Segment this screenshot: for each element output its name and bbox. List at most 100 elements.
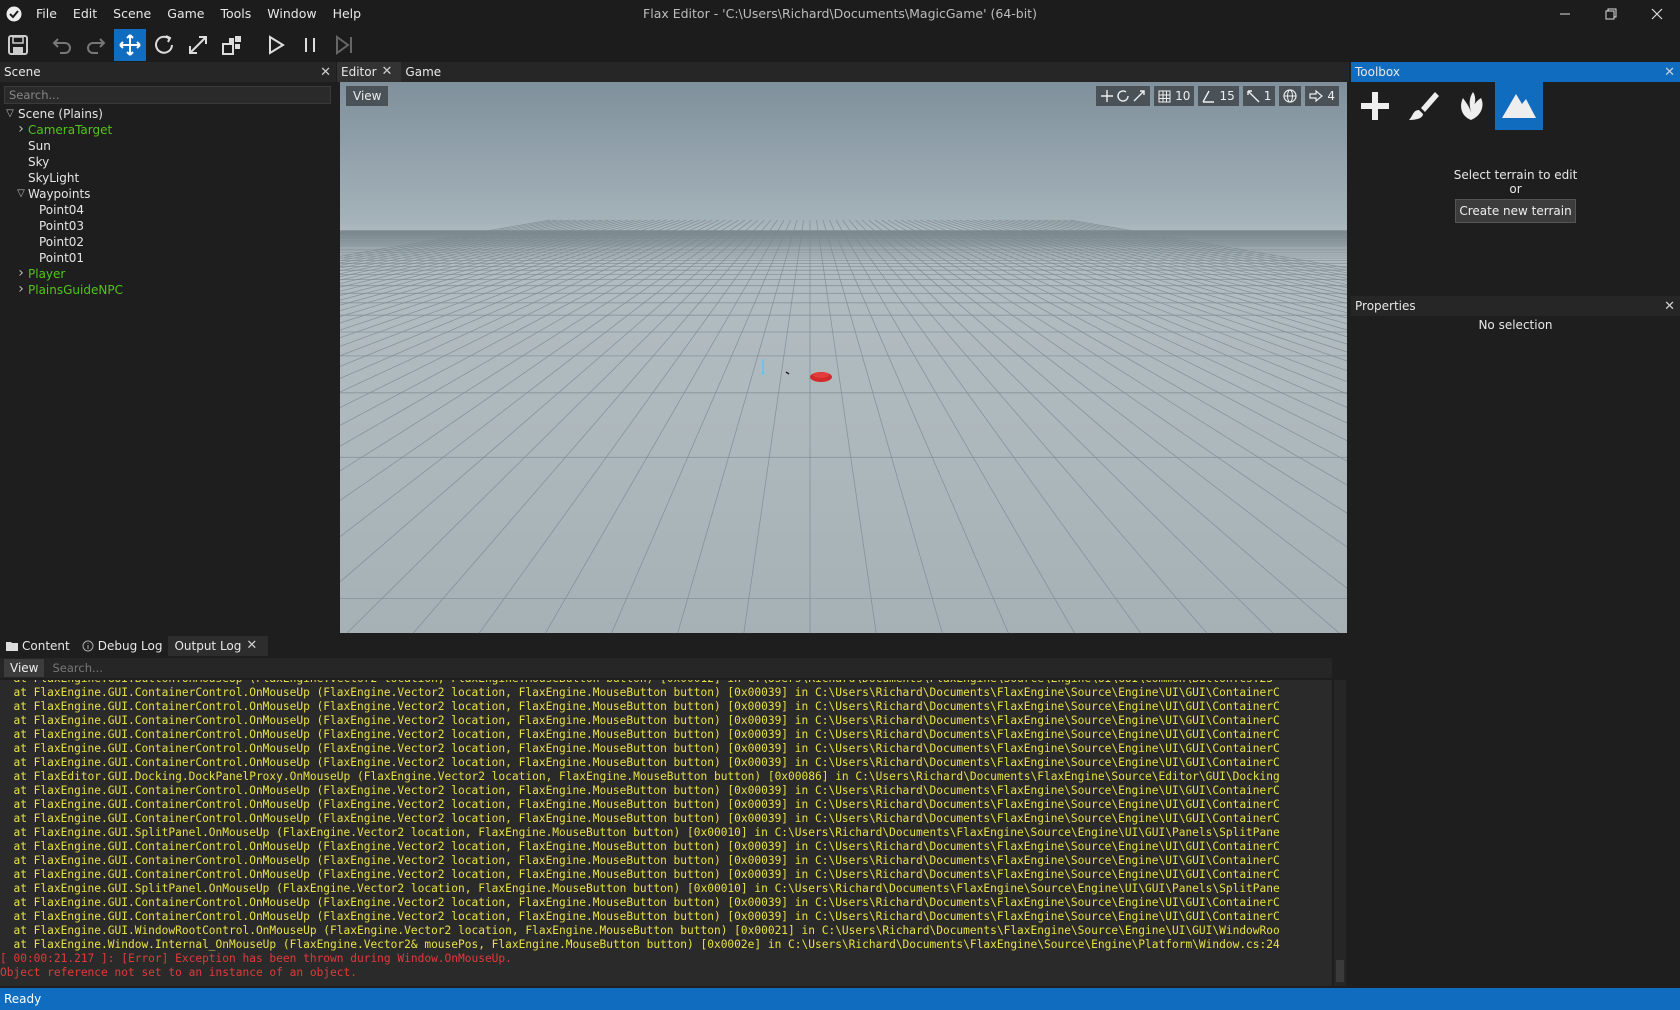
tree-item-point03[interactable]: Point03	[0, 218, 336, 234]
angle-icon	[1202, 90, 1215, 103]
tree-item-cameratarget[interactable]: › CameraTarget	[0, 121, 336, 138]
bottom-panel: Content Debug Log Output Log ✕ View Sear…	[0, 636, 1349, 988]
tab-editor[interactable]: Editor ✕	[337, 62, 402, 82]
tab-output-log[interactable]: Output Log ✕	[168, 636, 269, 656]
viewport-view-button[interactable]: View	[346, 86, 389, 106]
close-icon	[1651, 8, 1663, 20]
translate-gizmo-button[interactable]	[114, 29, 146, 61]
menu-game[interactable]: Game	[159, 0, 212, 28]
camera-speed-group[interactable]: 4	[1305, 86, 1339, 106]
gizmo-mode-group[interactable]	[1096, 86, 1151, 106]
log-search-input[interactable]: Search...	[48, 659, 1328, 677]
status-bar: Ready	[0, 988, 1680, 1010]
camera-target-icon[interactable]	[785, 371, 790, 375]
toolbox-close-icon[interactable]: ✕	[1659, 65, 1680, 80]
rotation-snap-group[interactable]: 15	[1198, 86, 1239, 106]
save-button[interactable]	[2, 29, 34, 61]
grid-snap-value: 10	[1175, 89, 1191, 103]
undo-icon	[52, 38, 71, 54]
menu-file[interactable]: File	[28, 0, 65, 28]
build-scene-button[interactable]	[216, 29, 248, 61]
log-line: at FlaxEngine.GUI.ContainerControl.OnMou…	[0, 756, 1280, 769]
viewport-tools: 10 15 1 4	[1092, 86, 1339, 106]
log-output[interactable]: at FlaxEngine.GUI.Button.OnMouseUp (Flax…	[0, 680, 1332, 986]
minimize-button[interactable]	[1542, 0, 1588, 28]
tree-item-point01[interactable]: Point01	[0, 250, 336, 266]
tree-item-label: Player	[28, 267, 66, 281]
waypoint-gizmo-icon[interactable]	[761, 359, 765, 375]
scale-gizmo-button[interactable]	[182, 29, 214, 61]
chevron-down-icon[interactable]: ▽	[5, 106, 15, 122]
chevron-right-icon[interactable]: ›	[16, 265, 26, 281]
menu-edit[interactable]: Edit	[65, 0, 105, 28]
rotate-gizmo-button[interactable]	[148, 29, 180, 61]
play-button[interactable]	[260, 29, 292, 61]
scene-close-icon[interactable]: ✕	[315, 65, 336, 80]
chevron-right-icon[interactable]: ›	[16, 121, 26, 137]
tab-paint[interactable]	[1399, 82, 1447, 130]
restore-icon	[1605, 8, 1617, 20]
properties-title[interactable]: Properties	[1351, 296, 1659, 316]
editor-tabs: Editor ✕ Game	[337, 62, 1349, 82]
tree-item-point02[interactable]: Point02	[0, 234, 336, 250]
log-scrollbar-thumb[interactable]	[1336, 960, 1344, 982]
tab-content[interactable]: Content	[0, 636, 76, 656]
redo-button[interactable]	[80, 29, 112, 61]
tab-terrain[interactable]	[1495, 82, 1543, 130]
menu-help[interactable]: Help	[325, 0, 370, 28]
output-log-close-icon[interactable]: ✕	[241, 636, 262, 656]
tab-output-log-label: Output Log	[174, 639, 242, 653]
log-line: at FlaxEngine.GUI.ContainerControl.OnMou…	[0, 714, 1280, 727]
tab-debug-log[interactable]: Debug Log	[76, 636, 169, 656]
undo-button[interactable]	[46, 29, 78, 61]
menu-scene[interactable]: Scene	[105, 0, 159, 28]
toolbox-title[interactable]: Toolbox	[1351, 62, 1659, 82]
grid-snap-group[interactable]: 10	[1154, 86, 1195, 106]
tree-item-label: SkyLight	[28, 171, 80, 185]
tree-item-waypoints[interactable]: ▽ Waypoints	[0, 186, 336, 202]
scale-snap-group[interactable]: 1	[1242, 86, 1276, 106]
tab-spawn[interactable]	[1351, 82, 1399, 130]
log-view-button[interactable]: View	[4, 659, 45, 677]
tab-game[interactable]: Game	[401, 62, 445, 82]
tree-item-player[interactable]: › Player	[0, 265, 336, 282]
pause-button[interactable]	[294, 29, 326, 61]
tree-item-skylight[interactable]: SkyLight	[0, 170, 336, 186]
tree-item-sun[interactable]: Sun	[0, 138, 336, 154]
log-line: at FlaxEngine.GUI.WindowRootControl.OnMo…	[0, 924, 1280, 937]
log-error-line: Object reference not set to an instance …	[0, 966, 357, 979]
menu-tools[interactable]: Tools	[212, 0, 259, 28]
tree-item-label: PlainsGuideNPC	[28, 283, 123, 297]
log-scrollbar[interactable]	[1334, 680, 1346, 986]
create-new-terrain-button[interactable]: Create new terrain	[1455, 199, 1576, 223]
world-space-toggle[interactable]	[1279, 86, 1302, 106]
player-object[interactable]	[810, 372, 832, 382]
add-icon	[1361, 92, 1389, 120]
chevron-right-icon[interactable]: ›	[16, 281, 26, 297]
properties-close-icon[interactable]: ✕	[1659, 299, 1680, 314]
folder-icon	[6, 642, 18, 651]
restore-button[interactable]	[1588, 0, 1634, 28]
translate-mini-icon	[1101, 90, 1114, 102]
scene-viewport[interactable]: View 10 15 1 4	[340, 82, 1347, 633]
tab-editor-close-icon[interactable]: ✕	[377, 62, 398, 82]
step-button[interactable]	[328, 29, 360, 61]
menu-window[interactable]: Window	[259, 0, 324, 28]
scale-mini-icon	[1133, 90, 1145, 102]
redo-icon	[87, 38, 106, 54]
tree-item-sky[interactable]: Sky	[0, 154, 336, 170]
tab-foliage[interactable]	[1447, 82, 1495, 130]
tab-scene[interactable]: Scene	[0, 62, 45, 82]
tree-item-plainsguidenpc[interactable]: › PlainsGuideNPC	[0, 281, 336, 298]
log-line: at FlaxEngine.GUI.ContainerControl.OnMou…	[0, 812, 1280, 825]
chevron-down-icon[interactable]: ▽	[16, 186, 26, 202]
tree-item-root[interactable]: ▽ Scene (Plains)	[0, 106, 336, 122]
scale-gizmo-icon	[189, 36, 207, 54]
scale-snap-icon	[1247, 89, 1260, 102]
log-toolbar: View Search...	[0, 658, 1332, 678]
tree-item-label: Point03	[39, 219, 85, 233]
scene-search-input[interactable]: Search...	[4, 86, 331, 104]
terrain-icon	[1502, 94, 1536, 118]
tree-item-point04[interactable]: Point04	[0, 202, 336, 218]
close-window-button[interactable]	[1634, 0, 1680, 28]
